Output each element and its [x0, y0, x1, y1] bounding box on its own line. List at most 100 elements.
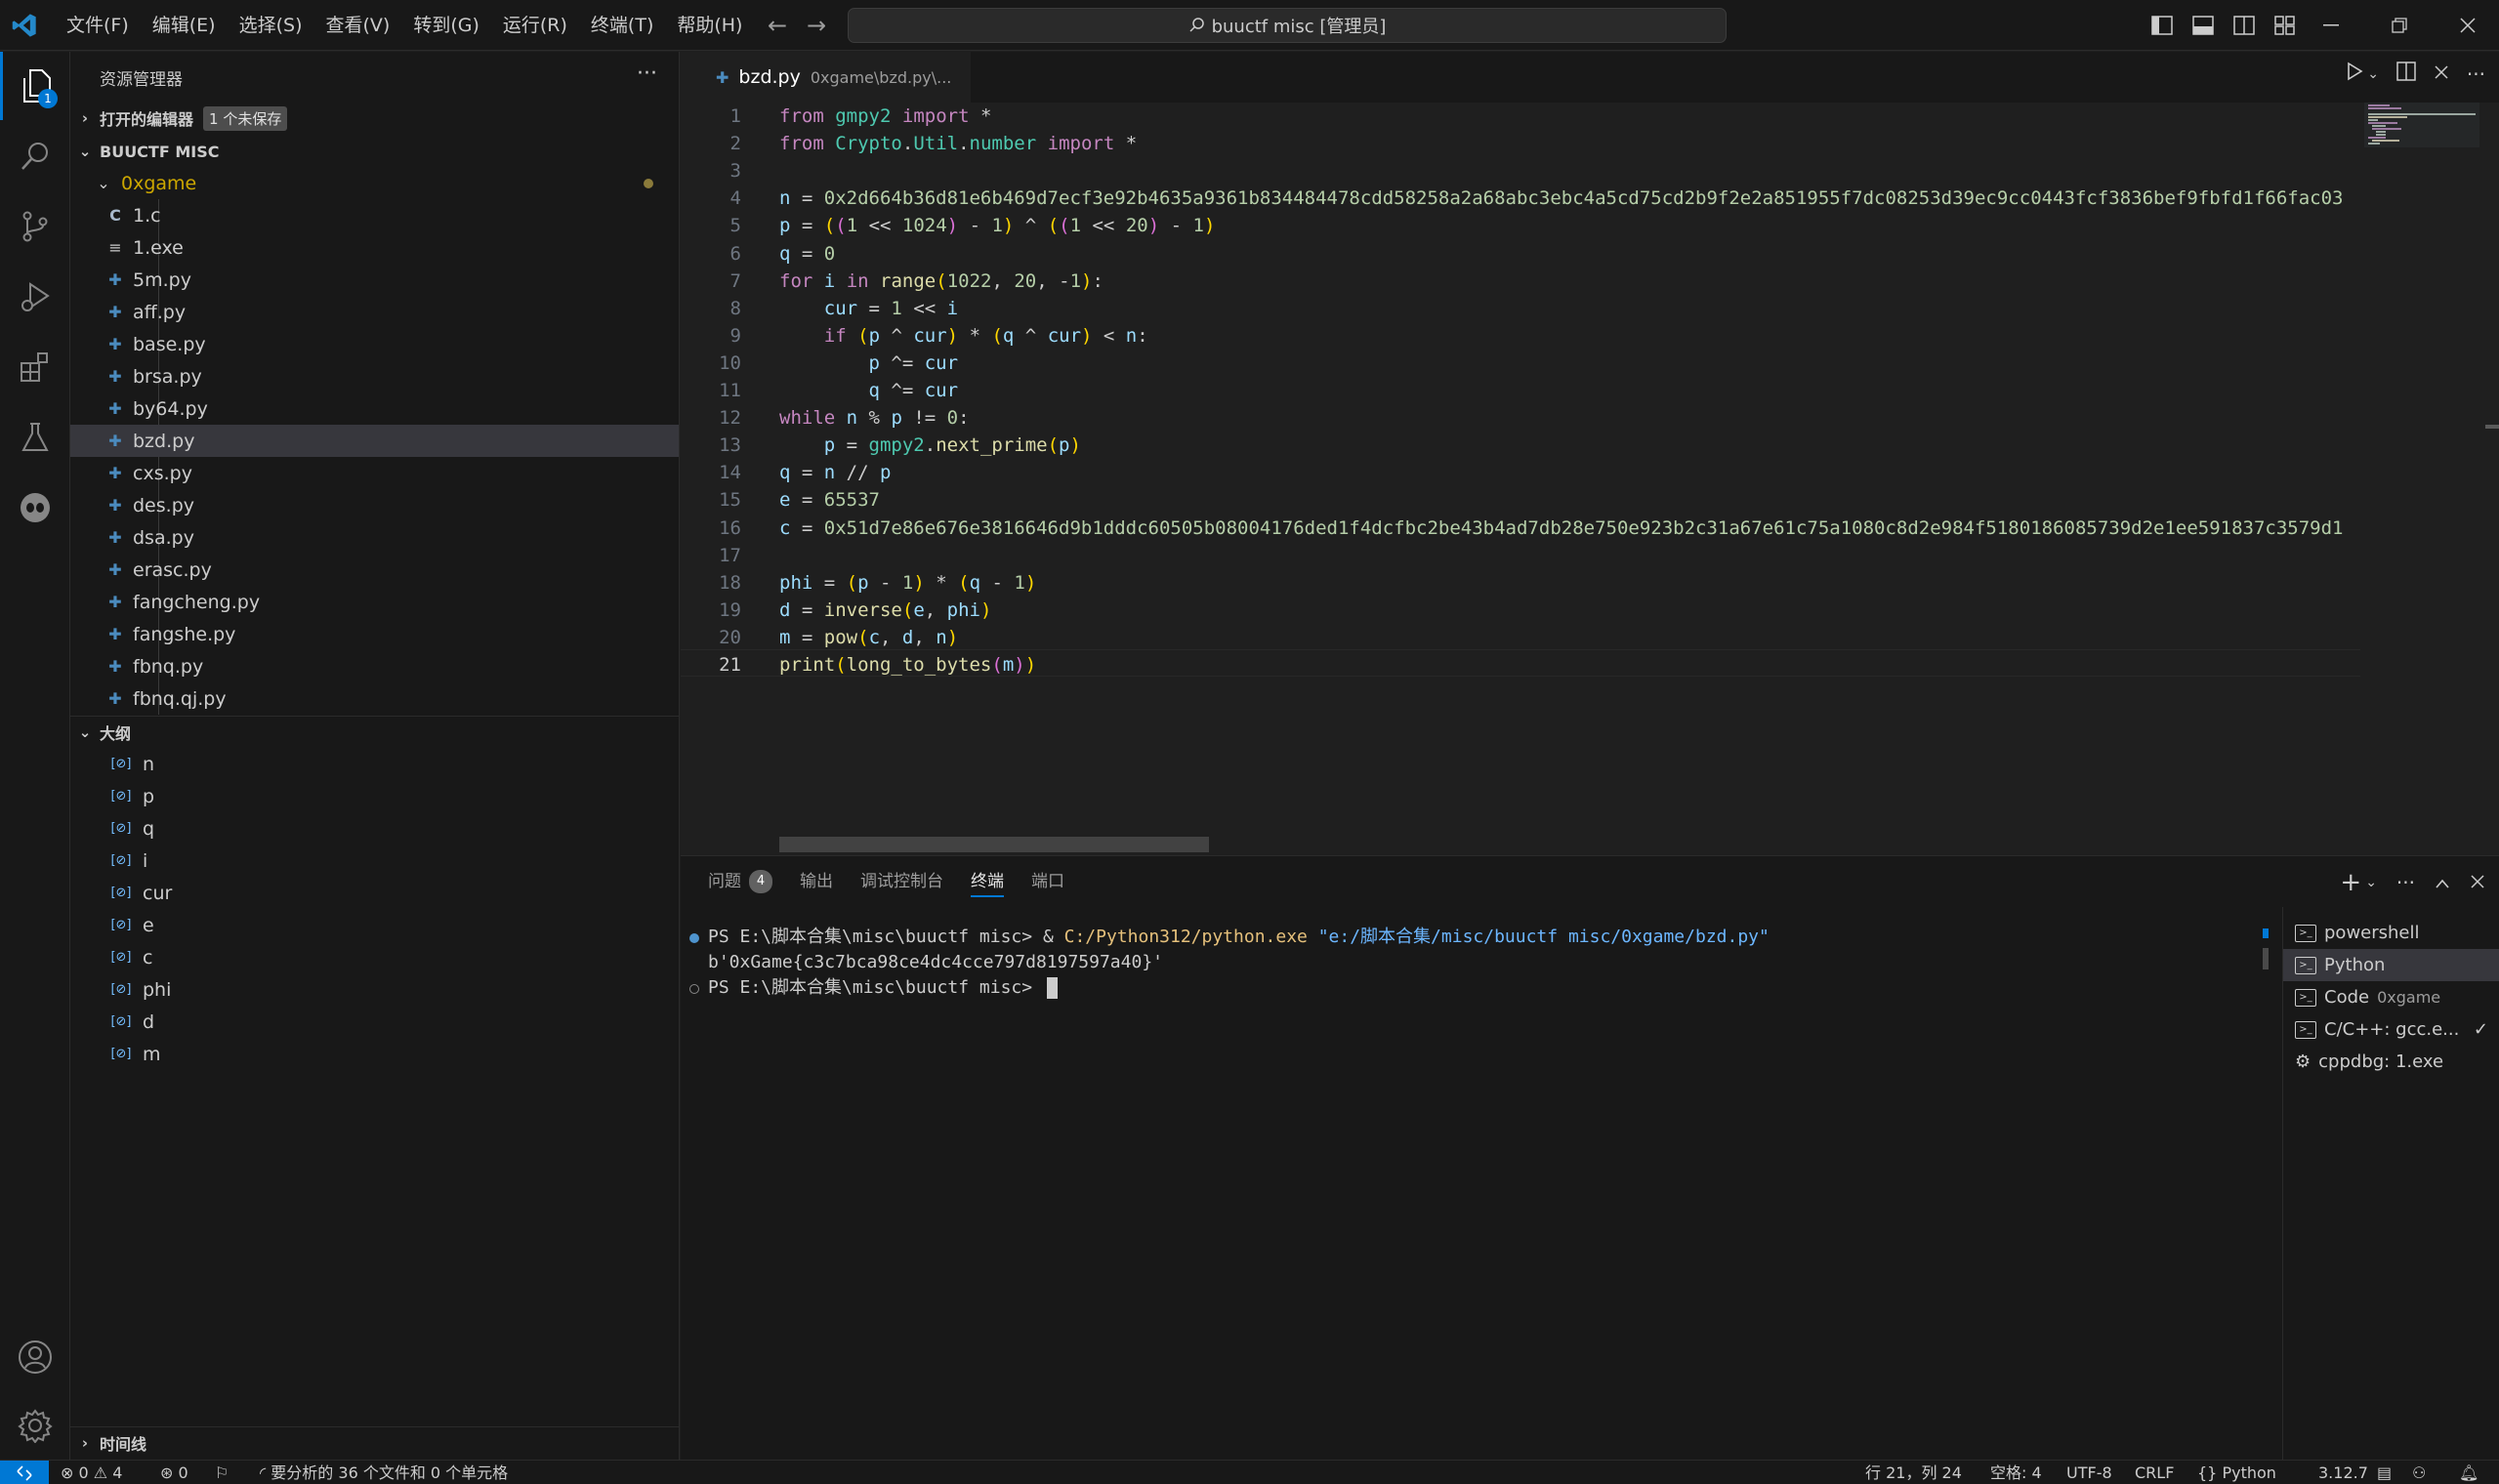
outline-item[interactable]: [⊘] d	[70, 1006, 679, 1038]
search-activity-icon[interactable]	[0, 122, 70, 190]
line-ending[interactable]: CRLF	[2135, 1461, 2174, 1484]
menu-view[interactable]: 查看(V)	[314, 8, 402, 43]
terminal-scrollbar[interactable]	[2263, 948, 2269, 969]
run-debug-icon[interactable]	[0, 263, 70, 331]
code-line[interactable]: 11 q ^= cur	[681, 377, 2360, 404]
toggle-secondary-sidebar-icon[interactable]	[2228, 10, 2260, 41]
menu-go[interactable]: 转到(G)	[401, 8, 491, 43]
terminal-instance[interactable]: >_ C/C++: gcc.e... ✓	[2283, 1013, 2499, 1046]
file-item[interactable]: ≡ 1.exe	[70, 231, 679, 264]
menu-file[interactable]: 文件(F)	[55, 8, 141, 43]
split-editor-icon[interactable]	[2396, 62, 2416, 86]
editor-more-icon[interactable]: ···	[2467, 62, 2485, 86]
file-item[interactable]: ✚ dsa.py	[70, 521, 679, 554]
source-control-icon[interactable]	[0, 192, 70, 261]
explorer-icon[interactable]: 1	[0, 52, 70, 120]
accounts-icon[interactable]	[0, 1323, 70, 1391]
terminal-instance[interactable]: >_ powershell	[2283, 917, 2499, 949]
file-item[interactable]: ✚ brsa.py	[70, 360, 679, 392]
file-item[interactable]: ✚ 5m.py	[70, 264, 679, 296]
close-editor-icon[interactable]	[2434, 63, 2449, 85]
encoding[interactable]: UTF-8	[2066, 1461, 2112, 1484]
notifications-bell-icon[interactable]: 🔔︎	[2459, 1461, 2478, 1484]
code-line[interactable]: 4 n = 0x2d664b36d81e6b469d7ecf3e92b4635a9…	[681, 185, 2360, 212]
panel-tab[interactable]: 输出	[800, 856, 833, 907]
menu-edit[interactable]: 编辑(E)	[141, 8, 228, 43]
terminal-instance[interactable]: ⚙ cppdbg: 1.exe	[2283, 1046, 2499, 1078]
copilot-icon[interactable]	[0, 474, 70, 542]
file-item[interactable]: ✚ fangshe.py	[70, 618, 679, 650]
vertical-scrollbar[interactable]	[2485, 103, 2499, 854]
terminal-output[interactable]: PS E:\脚本合集\misc\buuctf misc> & C:/Python…	[681, 919, 2269, 1446]
code-line[interactable]: 21 print(long_to_bytes(m))	[681, 651, 2360, 679]
terminal-instance[interactable]: >_ Python	[2283, 949, 2499, 981]
code-line[interactable]: 7 for i in range(1022, 20, -1):	[681, 268, 2360, 295]
code-line[interactable]: 5 p = ((1 << 1024) - 1) ^ ((1 << 20) - 1)	[681, 212, 2360, 239]
code-line[interactable]: 2 from Crypto.Util.number import *	[681, 130, 2360, 157]
outline-item[interactable]: [⊘] c	[70, 941, 679, 973]
code-line[interactable]: 3	[681, 157, 2360, 185]
code-line[interactable]: 19 d = inverse(e, phi)	[681, 597, 2360, 624]
folder-0xgame[interactable]: ⌄ 0xgame	[70, 167, 679, 199]
file-item[interactable]: ✚ erasc.py	[70, 554, 679, 586]
panel-tab[interactable]: 调试控制台	[860, 856, 943, 907]
file-item[interactable]: ✚ by64.py	[70, 392, 679, 425]
file-item[interactable]: ✚ fbnq.py	[70, 650, 679, 682]
code-line[interactable]: 14 q = n // p	[681, 459, 2360, 486]
horizontal-scrollbar[interactable]	[779, 837, 1209, 852]
code-line[interactable]: 15 e = 65537	[681, 486, 2360, 514]
code-line[interactable]: 17	[681, 542, 2360, 569]
new-terminal-plus-icon[interactable]: +	[2340, 868, 2361, 897]
file-item[interactable]: ✚ fbnq.qj.py	[70, 682, 679, 715]
panel-tab[interactable]: 端口	[1031, 856, 1064, 907]
copilot-status-icon[interactable]: ⚇	[2412, 1461, 2426, 1484]
outline-item[interactable]: [⊘] p	[70, 780, 679, 812]
outline-item[interactable]: [⊘] q	[70, 812, 679, 845]
open-editors-section[interactable]: › 打开的编辑器 1 个未保存	[70, 103, 679, 134]
file-info-icon[interactable]: ▤	[2377, 1461, 2392, 1484]
toggle-primary-sidebar-icon[interactable]	[2146, 10, 2178, 41]
remote-indicator-icon[interactable]	[0, 1461, 49, 1484]
extensions-icon[interactable]	[0, 333, 70, 401]
close-panel-icon[interactable]	[2470, 871, 2485, 894]
file-item[interactable]: ✚ aff.py	[70, 296, 679, 328]
menu-terminal[interactable]: 终端(T)	[579, 8, 665, 43]
outline-item[interactable]: [⊘] m	[70, 1038, 679, 1070]
run-dropdown-chevron-icon[interactable]: ⌄	[2367, 66, 2379, 82]
python-version[interactable]: 3.12.7	[2318, 1461, 2368, 1484]
indentation[interactable]: 空格: 4	[1990, 1461, 2042, 1484]
outline-item[interactable]: [⊘] i	[70, 845, 679, 877]
terminal-instance[interactable]: >_ Code 0xgame	[2283, 981, 2499, 1013]
terminal-dropdown-chevron-icon[interactable]: ⌄	[2365, 875, 2377, 890]
code-line[interactable]: 18 phi = (p - 1) * (q - 1)	[681, 569, 2360, 597]
more-actions-icon[interactable]: ···	[637, 62, 657, 86]
tab-bzd-py[interactable]: ✚ bzd.py 0xgame\bzd.py\...	[681, 52, 972, 103]
code-line[interactable]: 13 p = gmpy2.next_prime(p)	[681, 432, 2360, 459]
code-line[interactable]: 6 q = 0	[681, 240, 2360, 268]
language-mode[interactable]: {} Python	[2197, 1461, 2276, 1484]
outline-section[interactable]: ⌄ 大纲	[70, 716, 679, 747]
forward-arrow-icon[interactable]: →	[803, 12, 830, 39]
menu-run[interactable]: 运行(R)	[491, 8, 579, 43]
outline-item[interactable]: [⊘] e	[70, 909, 679, 941]
outline-item[interactable]: [⊘] cur	[70, 877, 679, 909]
file-item[interactable]: ✚ cxs.py	[70, 457, 679, 489]
code-line[interactable]: 20 m = pow(c, d, n)	[681, 624, 2360, 651]
menu-help[interactable]: 帮助(H)	[665, 8, 754, 43]
code-line[interactable]: 12 while n % p != 0:	[681, 404, 2360, 432]
testing-flask-icon[interactable]	[0, 403, 70, 472]
code-line[interactable]: 10 p ^= cur	[681, 350, 2360, 377]
cursor-position[interactable]: 行 21，列 24	[1865, 1461, 1962, 1484]
run-python-icon[interactable]	[2346, 62, 2363, 86]
code-line[interactable]: 1 from gmpy2 import *	[681, 103, 2360, 130]
panel-tab[interactable]: 终端	[971, 856, 1004, 907]
panel-more-icon[interactable]: ···	[2396, 871, 2415, 894]
code-editor[interactable]: 1 from gmpy2 import * 2 from Crypto.Util.nu…	[681, 103, 2499, 854]
toggle-panel-icon[interactable]	[2187, 10, 2219, 41]
command-center-search[interactable]: buuctf misc [管理员]	[848, 8, 1727, 43]
file-item[interactable]: ✚ des.py	[70, 489, 679, 521]
code-line[interactable]: 9 if (p ^ cur) * (q ^ cur) < n:	[681, 322, 2360, 350]
outline-item[interactable]: [⊘] phi	[70, 973, 679, 1006]
settings-gear-icon[interactable]	[0, 1391, 70, 1460]
ports-status[interactable]: ⊛ 0	[160, 1461, 188, 1484]
